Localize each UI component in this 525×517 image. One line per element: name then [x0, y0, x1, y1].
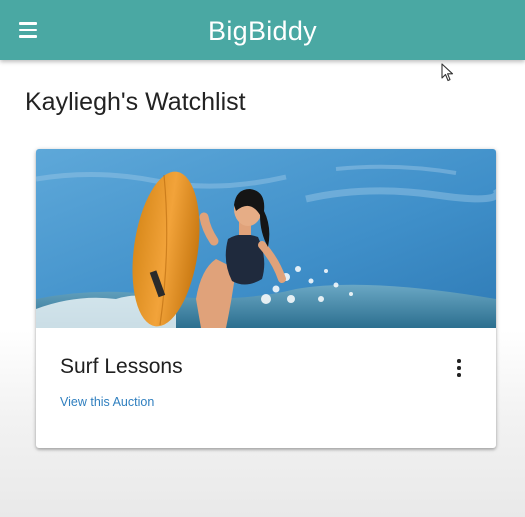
surfer-photo[interactable] — [36, 149, 496, 328]
surfer-illustration — [36, 149, 496, 328]
view-auction-link[interactable]: View this Auction — [60, 395, 154, 409]
app-title: BigBiddy — [208, 16, 317, 46]
more-vert-icon[interactable] — [448, 357, 468, 379]
auction-item-title: Surf Lessons — [60, 355, 183, 378]
mouse-cursor-icon — [441, 63, 454, 82]
app-bar: BigBiddy — [0, 0, 525, 60]
page-title: Kayliegh's Watchlist — [25, 88, 246, 116]
auction-card: Surf Lessons View this Auction — [36, 149, 496, 448]
